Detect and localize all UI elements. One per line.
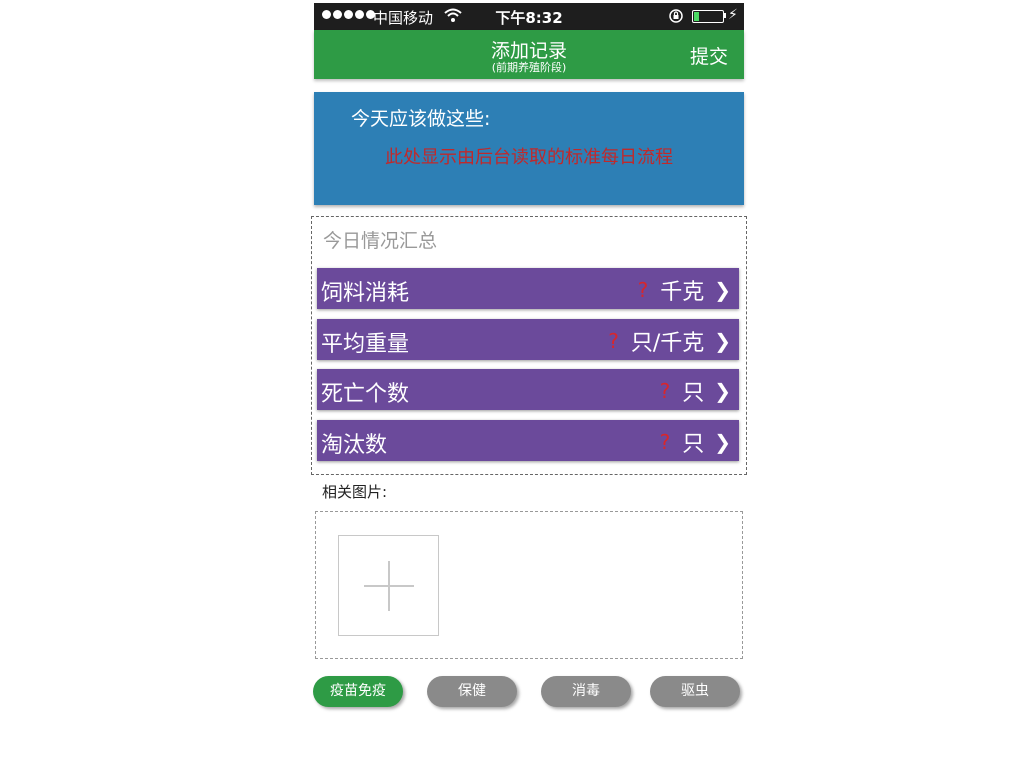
health-care-button[interactable]: 保健 bbox=[427, 676, 517, 707]
summary-row-unit: 只/千克 bbox=[630, 331, 705, 356]
summary-row-value: ? bbox=[659, 379, 671, 403]
summary-row-label: 淘汰数 bbox=[321, 433, 388, 458]
summary-row-death-count[interactable]: 死亡个数 ? 只 ❯ bbox=[317, 369, 739, 410]
orientation-lock-icon bbox=[668, 8, 684, 28]
summary-row-unit: 只 bbox=[682, 432, 705, 457]
battery-icon bbox=[692, 10, 724, 23]
deworming-button[interactable]: 驱虫 bbox=[650, 676, 740, 707]
daily-tasks-heading: 今天应该做这些: bbox=[351, 108, 491, 130]
summary-row-average-weight[interactable]: 平均重量 ? 只/千克 ❯ bbox=[317, 319, 739, 360]
chevron-right-icon: ❯ bbox=[714, 430, 731, 454]
daily-tasks-body: 此处显示由后台读取的标准每日流程 bbox=[385, 147, 673, 168]
chevron-right-icon: ❯ bbox=[714, 379, 731, 403]
vaccine-immunization-button[interactable]: 疫苗免疫 bbox=[313, 676, 403, 707]
summary-row-unit: 只 bbox=[682, 381, 705, 406]
summary-row-culled-count[interactable]: 淘汰数 ? 只 ❯ bbox=[317, 420, 739, 461]
status-bar: 中国移动 下午8:32 ⚡ bbox=[314, 3, 744, 30]
disinfection-button[interactable]: 消毒 bbox=[541, 676, 631, 707]
summary-row-value: ? bbox=[659, 430, 671, 454]
charging-bolt-icon: ⚡ bbox=[728, 7, 738, 23]
summary-row-feed-consumption[interactable]: 饲料消耗 ? 千克 ❯ bbox=[317, 268, 739, 309]
summary-row-label: 平均重量 bbox=[321, 332, 410, 357]
submit-button[interactable]: 提交 bbox=[690, 42, 728, 69]
summary-row-value: ? bbox=[637, 278, 649, 302]
summary-row-value: ? bbox=[608, 329, 619, 353]
navigation-bar: 添加记录 (前期养殖阶段) 提交 bbox=[314, 30, 744, 79]
summary-row-unit: 千克 bbox=[660, 280, 705, 305]
photos-container bbox=[315, 511, 743, 659]
add-photo-button[interactable] bbox=[338, 535, 439, 636]
summary-title: 今日情况汇总 bbox=[323, 230, 438, 252]
daily-tasks-panel: 今天应该做这些: 此处显示由后台读取的标准每日流程 bbox=[314, 92, 744, 205]
chevron-right-icon: ❯ bbox=[714, 329, 731, 353]
battery-cap bbox=[724, 13, 726, 18]
photos-label: 相关图片: bbox=[322, 483, 388, 501]
summary-row-label: 死亡个数 bbox=[321, 382, 410, 407]
chevron-right-icon: ❯ bbox=[714, 278, 731, 302]
summary-row-label: 饲料消耗 bbox=[321, 281, 410, 306]
daily-summary-section: 今日情况汇总 饲料消耗 ? 千克 ❯ 平均重量 ? 只/千克 ❯ 死亡个数 ? … bbox=[311, 216, 747, 475]
phone-screen: 中国移动 下午8:32 ⚡ 添加记录 (前期养殖阶段) 提交 今天应该做这些: … bbox=[311, 3, 747, 768]
page-subtitle: (前期养殖阶段) bbox=[491, 61, 567, 74]
